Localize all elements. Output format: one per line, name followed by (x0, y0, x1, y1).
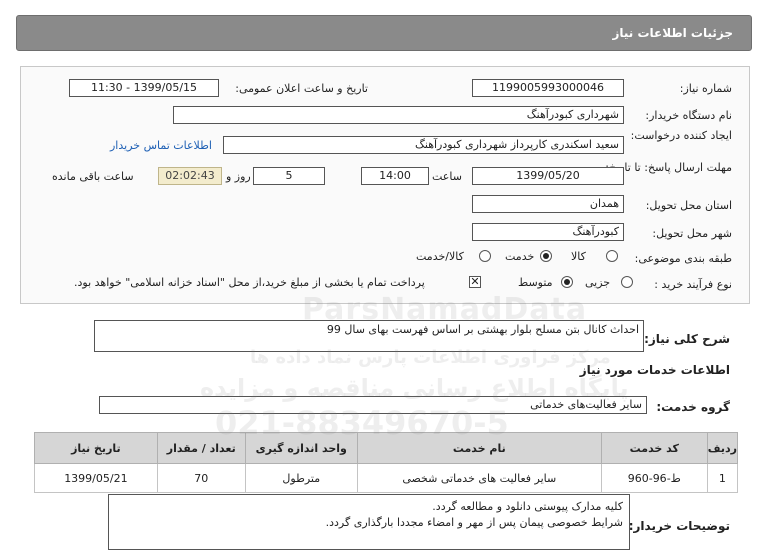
category-option-service: خدمت (505, 250, 535, 263)
category-radio-goods[interactable] (606, 250, 618, 262)
announce-date-label: تاریخ و ساعت اعلان عمومی: (235, 82, 368, 95)
service-group-field: سایر فعالیت‌های خدماتی (99, 396, 647, 414)
deadline-time-label: ساعت (432, 170, 462, 183)
page-title: جزئیات اطلاعات نیاز (612, 26, 733, 40)
deadline-label: مهلت ارسال پاسخ: تا تاریخ: (605, 161, 732, 174)
announce-date-field: 1399/05/15 - 11:30 (69, 79, 219, 97)
table-header-row: ردیف کد خدمت نام خدمت واحد اندازه گیری ت… (34, 432, 739, 464)
description-field: احداث کانال بتن مسلح بلوار بهشتی بر اساس… (94, 320, 644, 352)
treasury-payment-note: پرداخت تمام یا بخشی از مبلغ خرید،از محل … (74, 276, 425, 289)
buyer-notes-label: توضیحات خریدار: (628, 519, 730, 533)
requester-label: ایجاد کننده درخواست: (630, 129, 732, 142)
process-radio-minor[interactable] (621, 276, 633, 288)
description-label: شرح کلی نیاز: (644, 332, 730, 346)
remaining-days-field: 5 (253, 167, 325, 185)
remaining-timer: 02:02:43 (158, 167, 222, 185)
city-label: شهر محل تحویل: (652, 227, 732, 240)
services-section-title: اطلاعات خدمات مورد نیاز (579, 363, 730, 377)
buyer-notes-line-2: شرایط خصوصی پیمان پس از مهر و امضاء مجدد… (325, 516, 623, 529)
category-option-goods: کالا (571, 250, 586, 263)
cell-unit: مترطول (244, 463, 358, 493)
page-header: جزئیات اطلاعات نیاز (16, 15, 752, 51)
col-header-row-number: ردیف (706, 432, 739, 464)
category-radio-goods-service[interactable] (479, 250, 491, 262)
buyer-org-label: نام دستگاه خریدار: (645, 109, 732, 122)
process-option-minor: جزیی (585, 276, 611, 289)
deadline-time-field: 14:00 (361, 167, 429, 185)
cell-service-code: ط-96-960 (600, 463, 708, 493)
cell-quantity: 70 (156, 463, 246, 493)
remaining-days-label: روز و (226, 170, 251, 183)
treasury-payment-checkbox[interactable]: ✕ (469, 276, 481, 288)
service-group-label: گروه خدمت: (656, 400, 730, 414)
need-number-label: شماره نیاز: (679, 82, 732, 95)
services-table: ردیف کد خدمت نام خدمت واحد اندازه گیری ت… (34, 432, 739, 493)
category-label: طبقه بندی موضوعی: (634, 252, 732, 265)
process-radio-medium[interactable] (561, 276, 573, 288)
category-option-goods-service: کالا/خدمت (416, 250, 464, 263)
cell-row-number: 1 (706, 463, 739, 493)
cell-need-date: 1399/05/21 (34, 463, 158, 493)
category-radio-service[interactable] (540, 250, 552, 262)
info-panel (20, 66, 750, 304)
buyer-contact-link[interactable]: اطلاعات تماس خریدار (110, 139, 212, 152)
buyer-notes-line-1: کلیه مدارک پیوستی دانلود و مطالعه گردد. (432, 500, 623, 513)
need-number-field: 1199005993000046 (472, 79, 624, 97)
city-field: کبودرآهنگ (472, 223, 624, 241)
deadline-date-field: 1399/05/20 (472, 167, 624, 185)
col-header-unit: واحد اندازه گیری (244, 432, 358, 464)
province-label: استان محل تحویل: (645, 199, 732, 212)
table-row: 1 ط-96-960 سایر فعالیت های خدماتی شخصی م… (34, 463, 739, 493)
buyer-org-field: شهرداری کبودرآهنگ (173, 106, 624, 124)
col-header-need-date: تاریخ نیاز (34, 432, 158, 464)
col-header-quantity: تعداد / مقدار (156, 432, 246, 464)
buyer-notes-box: کلیه مدارک پیوستی دانلود و مطالعه گردد. … (108, 494, 630, 550)
process-option-medium: متوسط (518, 276, 553, 289)
process-label: نوع فرآیند خرید : (654, 278, 732, 291)
col-header-service-name: نام خدمت (356, 432, 602, 464)
requester-field: سعید اسکندری کارپرداز شهرداری کبودرآهنگ (223, 136, 624, 154)
col-header-service-code: کد خدمت (600, 432, 708, 464)
province-field: همدان (472, 195, 624, 213)
cell-service-name: سایر فعالیت های خدماتی شخصی (356, 463, 602, 493)
remaining-time-label: ساعت باقی مانده (52, 170, 134, 183)
